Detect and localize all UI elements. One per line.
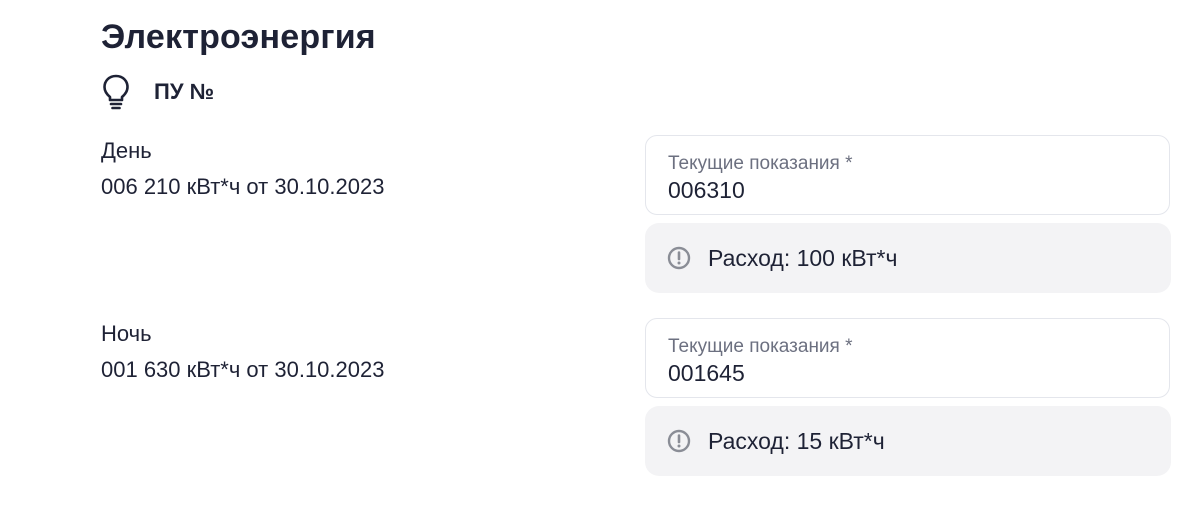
current-reading-field-night[interactable]: Текущие показания * bbox=[645, 318, 1170, 398]
page-title: Электроэнергия bbox=[101, 18, 376, 56]
tariff-label-night: Ночь bbox=[101, 321, 152, 346]
current-reading-field-day[interactable]: Текущие показания * bbox=[645, 135, 1170, 215]
info-circle-icon bbox=[667, 429, 691, 453]
current-reading-label-day: Текущие показания * bbox=[668, 153, 853, 174]
current-reading-input-night[interactable] bbox=[668, 360, 1148, 387]
info-circle-icon bbox=[667, 246, 691, 270]
lightbulb-icon bbox=[101, 72, 137, 112]
meter-header: ПУ № bbox=[101, 72, 214, 112]
current-reading-input-day[interactable] bbox=[668, 177, 1148, 204]
meter-label: ПУ № bbox=[154, 79, 215, 104]
current-reading-label-night: Текущие показания * bbox=[668, 336, 853, 357]
usage-text-day: Расход: 100 кВт*ч bbox=[708, 244, 898, 271]
previous-reading-day: 006 210 кВт*ч от 30.10.2023 bbox=[101, 174, 385, 199]
tariff-label-day: День bbox=[101, 138, 152, 163]
usage-info-night: Расход: 15 кВт*ч bbox=[645, 406, 1171, 476]
usage-text-night: Расход: 15 кВт*ч bbox=[708, 427, 885, 454]
usage-info-day: Расход: 100 кВт*ч bbox=[645, 223, 1171, 293]
previous-reading-night: 001 630 кВт*ч от 30.10.2023 bbox=[101, 357, 385, 382]
